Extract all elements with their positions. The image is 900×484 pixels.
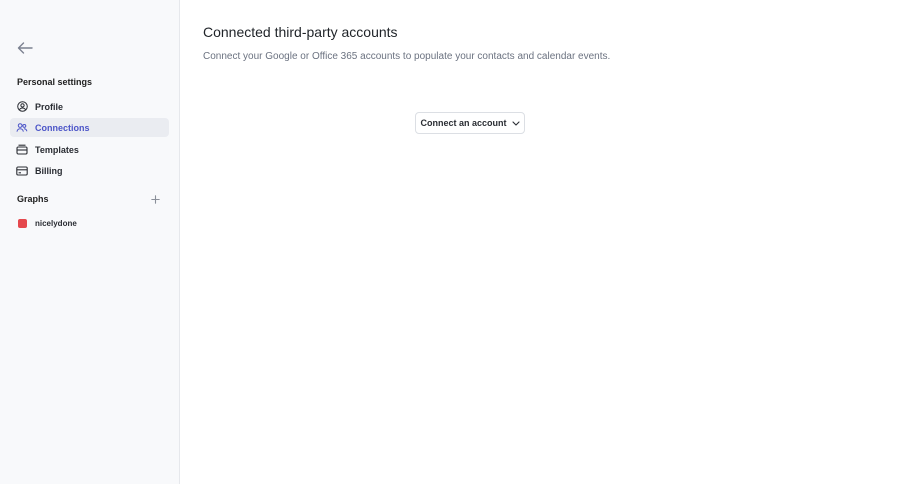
personal-settings-title: Personal settings (17, 77, 93, 87)
add-graph-icon[interactable] (150, 194, 161, 205)
page-description: Connect your Google or Office 365 accoun… (203, 51, 611, 62)
back-arrow-icon[interactable] (16, 40, 34, 56)
page-title: Connected third-party accounts (203, 24, 398, 40)
users-icon (16, 122, 28, 134)
sidebar-item-profile[interactable]: Profile (10, 97, 169, 116)
graph-item-label: nicelydone (35, 218, 77, 228)
sidebar-item-billing[interactable]: Billing (10, 161, 169, 180)
connect-account-button[interactable]: Connect an account (415, 112, 525, 134)
sidebar-item-templates[interactable]: Templates (10, 140, 169, 159)
sidebar-item-label: Billing (35, 165, 63, 176)
sidebar-item-label: Connections (35, 122, 90, 133)
connect-account-label: Connect an account (420, 118, 507, 128)
chevron-down-icon (511, 120, 520, 126)
graph-item-nicelydone[interactable]: nicelydone (10, 214, 169, 232)
sidebar-item-connections[interactable]: Connections (10, 118, 169, 137)
template-icon (16, 144, 28, 156)
sidebar-item-label: Templates (35, 144, 79, 155)
graph-color-swatch (18, 218, 27, 228)
sidebar: Personal settings Profile Connections Te… (0, 0, 180, 484)
user-circle-icon (16, 101, 28, 113)
graphs-title: Graphs (17, 194, 49, 204)
credit-card-icon (16, 165, 28, 177)
sidebar-item-label: Profile (35, 101, 64, 112)
